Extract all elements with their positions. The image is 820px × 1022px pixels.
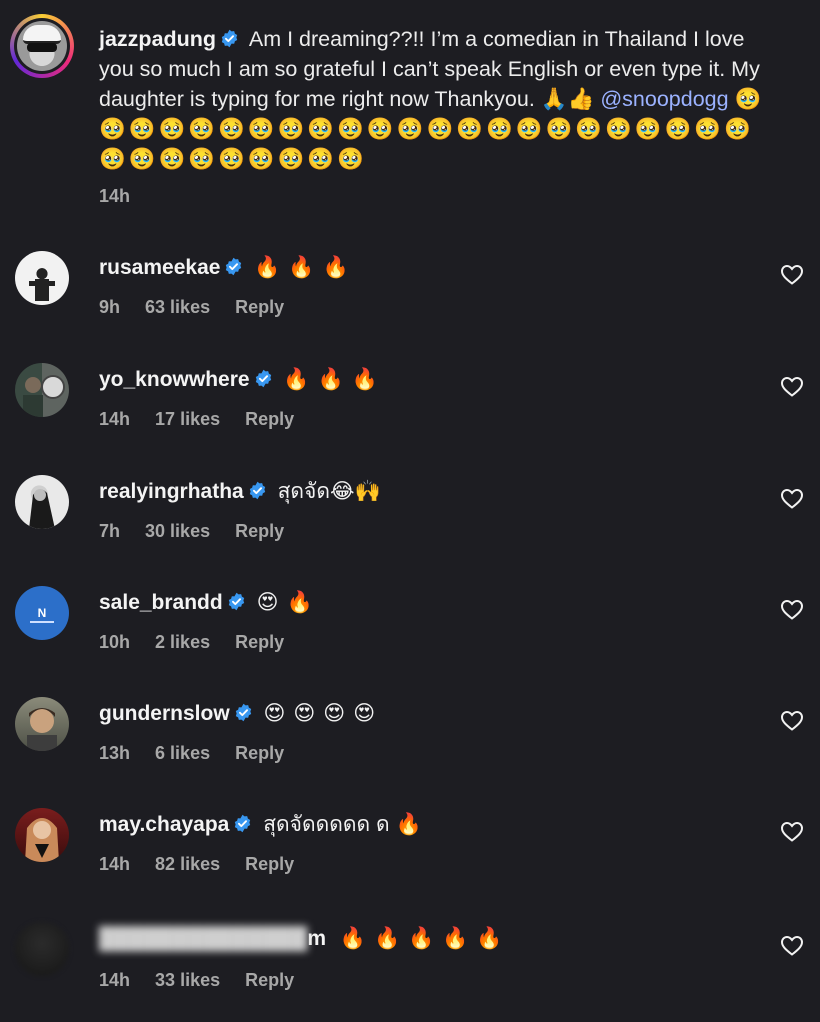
heart-outline-icon[interactable] <box>780 375 804 397</box>
heart-outline-icon[interactable] <box>780 263 804 285</box>
comment-time: 13h <box>99 743 131 763</box>
comment-username[interactable]: may.chayapa <box>99 813 229 836</box>
comment-item: realyingrhatha สุดจัด😂🙌 7h 30 likes Repl… <box>0 475 820 575</box>
reply-button[interactable]: Reply <box>235 743 284 763</box>
verified-badge-icon <box>224 257 243 276</box>
comment-username[interactable]: sale_brandd <box>99 591 223 614</box>
comment-username[interactable]: rusameekae <box>99 256 220 279</box>
reply-button[interactable]: Reply <box>235 521 284 541</box>
heart-outline-icon[interactable] <box>780 487 804 509</box>
reply-button[interactable]: Reply <box>245 409 294 429</box>
reply-button[interactable]: Reply <box>235 632 284 652</box>
comment-likes[interactable]: 6 likes <box>155 743 210 763</box>
comment-username[interactable]: realyingrhatha <box>99 480 244 503</box>
heart-outline-icon[interactable] <box>780 934 804 956</box>
comment-text: 😍🔥 <box>256 591 321 614</box>
verified-badge-icon <box>254 369 273 388</box>
reply-button[interactable]: Reply <box>245 970 294 990</box>
comment-text: 🔥🔥🔥🔥🔥 <box>339 927 511 950</box>
verified-badge-icon <box>227 592 246 611</box>
verified-badge-icon <box>234 703 253 722</box>
reply-button[interactable]: Reply <box>245 854 294 874</box>
heart-outline-icon[interactable] <box>780 820 804 842</box>
comment-time: 14h <box>99 409 131 429</box>
comment-username[interactable]: ██████████████m <box>99 927 326 950</box>
reply-button[interactable]: Reply <box>235 297 284 317</box>
post-inline-emojis: 🙏👍 <box>540 87 595 111</box>
comment-time: 10h <box>99 632 131 652</box>
comment-username[interactable]: gundernslow <box>99 702 230 725</box>
comment-likes[interactable]: 63 likes <box>145 297 210 317</box>
comment-item: yo_knowwhere 🔥🔥🔥 14h 17 likes Reply <box>0 363 820 463</box>
comment-likes[interactable]: 33 likes <box>155 970 220 990</box>
avatar[interactable] <box>15 251 69 305</box>
avatar[interactable] <box>15 922 69 976</box>
svg-text:N: N <box>38 606 47 620</box>
comment-time: 14h <box>99 854 131 874</box>
comment-item: ██████████████m 🔥🔥🔥🔥🔥 14h 33 likes Reply <box>0 922 820 1022</box>
avatar[interactable] <box>15 363 69 417</box>
comment-text: สุดจัดดดดด ด 🔥 <box>263 813 422 836</box>
post-timestamp: 14h <box>99 186 131 206</box>
avatar[interactable]: N <box>15 586 69 640</box>
comment-likes[interactable]: 82 likes <box>155 854 220 874</box>
comment-username[interactable]: yo_knowwhere <box>99 368 250 391</box>
comment-text: สุดจัด😂🙌 <box>277 480 381 503</box>
comment-likes[interactable]: 2 likes <box>155 632 210 652</box>
post-author-avatar[interactable] <box>10 14 74 78</box>
comment-item: N sale_brandd 😍🔥 10h 2 likes Reply <box>0 586 820 686</box>
comment-item: gundernslow 😍😍😍😍 13h 6 likes Reply <box>0 697 820 797</box>
comment-time: 7h <box>99 521 121 541</box>
heart-outline-icon[interactable] <box>780 598 804 620</box>
post-author-username[interactable]: jazzpadung <box>99 27 216 51</box>
comment-item: rusameekae 🔥🔥🔥 9h 63 likes Reply <box>0 251 820 351</box>
verified-badge-icon <box>248 481 267 500</box>
comment-likes[interactable]: 17 likes <box>155 409 220 429</box>
avatar[interactable] <box>15 475 69 529</box>
avatar[interactable] <box>15 697 69 751</box>
mention-link[interactable]: @snoopdogg <box>600 87 728 111</box>
verified-badge-icon <box>220 29 239 48</box>
comment-text: 🔥🔥🔥 <box>254 256 357 279</box>
comment-time: 14h <box>99 970 131 990</box>
comment-text: 😍😍😍😍 <box>263 702 384 725</box>
comment-likes[interactable]: 30 likes <box>145 521 210 541</box>
heart-outline-icon[interactable] <box>780 709 804 731</box>
avatar[interactable] <box>15 808 69 862</box>
blurred-username: ██████████████ <box>99 927 308 950</box>
comment-time: 9h <box>99 297 121 317</box>
post-caption: jazzpadung Am I dreaming??!! I’m a comed… <box>99 24 779 174</box>
verified-badge-icon <box>233 814 252 833</box>
comment-item: may.chayapa สุดจัดดดดด ด 🔥 14h 82 likes … <box>0 808 820 908</box>
comment-text: 🔥🔥🔥 <box>283 368 386 391</box>
